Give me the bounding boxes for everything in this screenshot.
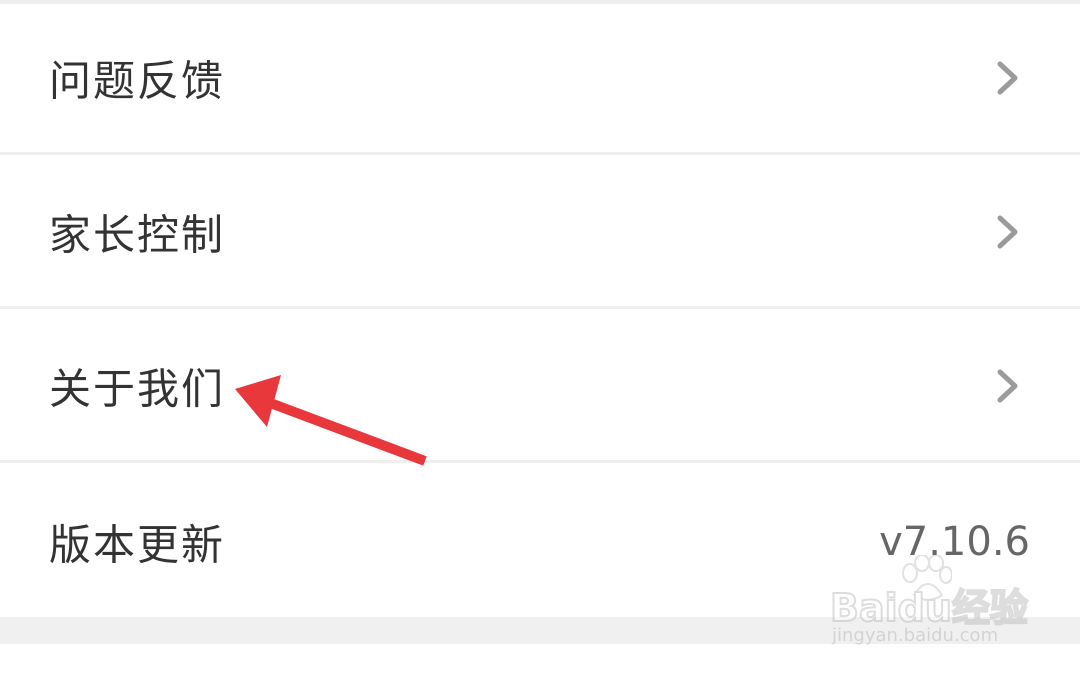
menu-item-label: 版本更新 <box>49 520 226 569</box>
baidu-jingyan-watermark: Baidu经验 jingyan.baidu.com <box>829 555 1030 650</box>
chevron-right-icon <box>996 61 1020 95</box>
watermark-logo: Baidu经验 <box>829 585 1029 631</box>
menu-item-about-us[interactable]: 关于我们 <box>0 312 1080 463</box>
menu-item-label: 关于我们 <box>49 364 226 414</box>
watermark-url: jingyan.baidu.com <box>832 625 999 646</box>
menu-item-parental-control[interactable]: 家长控制 <box>0 158 1080 309</box>
chevron-right-icon <box>996 215 1020 249</box>
menu-item-label: 家长控制 <box>49 210 226 260</box>
menu-item-label: 问题反馈 <box>49 56 226 106</box>
menu-item-feedback[interactable]: 问题反馈 <box>0 4 1080 155</box>
chevron-right-icon <box>996 369 1020 403</box>
